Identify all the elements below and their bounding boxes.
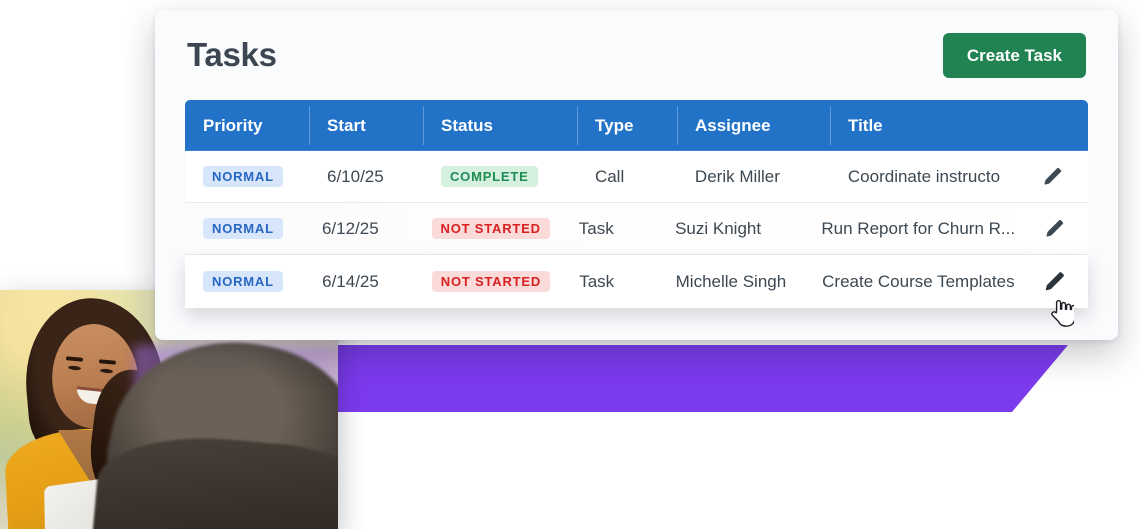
tasks-card: Tasks Create Task Priority Start Status … <box>155 10 1118 340</box>
column-header-start[interactable]: Start <box>309 100 423 151</box>
column-header-status[interactable]: Status <box>423 100 577 151</box>
cell-action <box>1018 151 1088 202</box>
cell-type: Call <box>594 166 625 186</box>
cell-start: 6/10/25 <box>326 166 384 186</box>
column-header-priority[interactable]: Priority <box>185 100 309 151</box>
cell-type: Task <box>579 271 615 291</box>
column-header-assignee[interactable]: Assignee <box>677 100 830 151</box>
status-badge: NOT STARTED <box>431 218 550 239</box>
cell-status: COMPLETE <box>423 151 577 202</box>
cell-type: Task <box>578 218 614 238</box>
table-row[interactable]: NORMAL 6/10/25 COMPLETE Call Derik Mille… <box>185 151 1088 203</box>
tasks-table: Priority Start Status Type Assignee Titl… <box>185 100 1088 308</box>
cell-priority: NORMAL <box>185 255 304 308</box>
priority-badge: NORMAL <box>203 271 283 292</box>
status-badge: COMPLETE <box>440 166 538 187</box>
pencil-icon[interactable] <box>1044 218 1066 240</box>
cell-title: Run Report for Churn R... <box>821 218 1016 238</box>
create-task-button[interactable]: Create Task <box>942 32 1086 78</box>
cell-status: NOT STARTED <box>414 255 561 308</box>
cell-action <box>1022 203 1088 254</box>
cell-assignee: Suzi Knight <box>675 218 762 238</box>
table-row[interactable]: NORMAL 6/12/25 NOT STARTED Task Suzi Kni… <box>185 203 1088 255</box>
table-row[interactable]: NORMAL 6/14/25 NOT STARTED Task Michelle… <box>185 255 1088 308</box>
cell-status: NOT STARTED <box>414 203 561 254</box>
pencil-icon[interactable] <box>1042 166 1064 188</box>
priority-badge: NORMAL <box>203 166 283 187</box>
status-badge: NOT STARTED <box>431 271 551 292</box>
table-header-row: Priority Start Status Type Assignee Titl… <box>185 100 1088 151</box>
cell-action <box>1022 255 1088 308</box>
page-title: Tasks <box>187 36 277 73</box>
cell-title: Create Course Templates <box>822 271 1015 291</box>
cell-start: 6/14/25 <box>322 271 379 291</box>
cell-priority: NORMAL <box>185 203 304 254</box>
cell-title: Coordinate instructo <box>847 166 1001 186</box>
priority-badge: NORMAL <box>203 218 283 239</box>
cell-priority: NORMAL <box>185 151 309 202</box>
card-header: Tasks Create Task <box>155 10 1118 100</box>
pencil-icon[interactable] <box>1043 270 1067 294</box>
column-header-type[interactable]: Type <box>577 100 677 151</box>
cell-assignee: Derik Miller <box>694 166 780 186</box>
column-header-title[interactable]: Title <box>830 100 1088 151</box>
screenshot-stage: Tasks Create Task Priority Start Status … <box>0 0 1140 529</box>
cell-start: 6/12/25 <box>321 218 379 238</box>
cell-assignee: Michelle Singh <box>675 271 787 291</box>
